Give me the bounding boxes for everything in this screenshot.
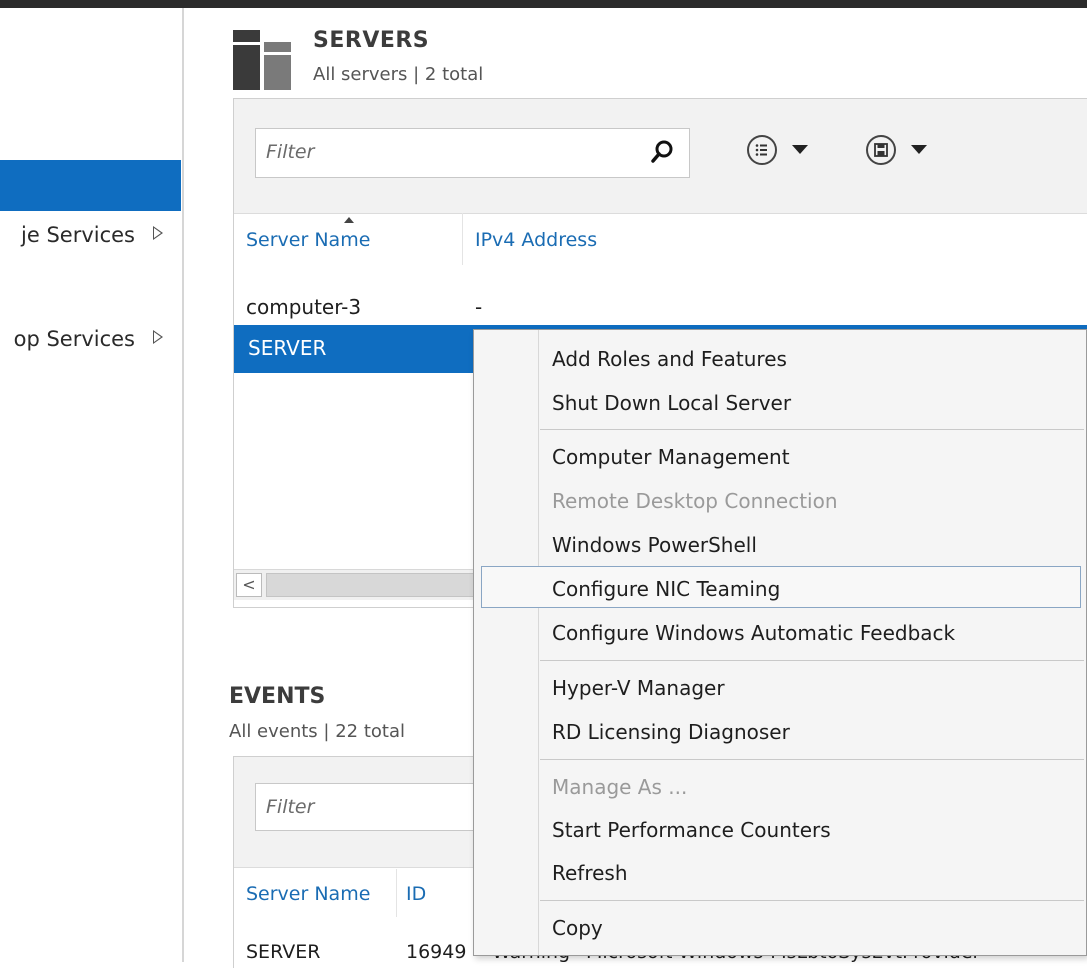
- sidebar-divider: [182, 8, 184, 962]
- column-header-server-name[interactable]: Server Name: [246, 883, 370, 905]
- expand-arrow-icon: [153, 330, 163, 344]
- table-row-server-name[interactable]: computer-3: [246, 295, 361, 319]
- menu-separator: [540, 660, 1084, 661]
- menu-item-windows-powershell[interactable]: Windows PowerShell: [552, 533, 757, 557]
- menu-separator: [540, 759, 1084, 760]
- table-row-ipv4[interactable]: -: [475, 295, 482, 319]
- table-row-server-name[interactable]: SERVER: [248, 336, 326, 360]
- save-query-button[interactable]: [866, 135, 896, 165]
- menu-item-shut-down-local-server[interactable]: Shut Down Local Server: [552, 391, 791, 415]
- scrollbar-thumb[interactable]: [266, 573, 476, 597]
- menu-item-refresh[interactable]: Refresh: [552, 861, 628, 885]
- list-icon: [755, 144, 767, 156]
- menu-item-start-performance-counters[interactable]: Start Performance Counters: [552, 818, 831, 842]
- menu-item-remote-desktop-connection: Remote Desktop Connection: [552, 489, 838, 513]
- menu-item-computer-management[interactable]: Computer Management: [552, 445, 790, 469]
- column-header-id[interactable]: ID: [406, 883, 426, 905]
- servers-subtitle: All servers | 2 total: [313, 64, 484, 85]
- save-icon: [874, 143, 888, 157]
- scroll-left-button[interactable]: <: [236, 573, 262, 597]
- sidebar-item-label: op Services: [13, 327, 135, 351]
- menu-separator: [540, 429, 1084, 430]
- servers-icon: [233, 30, 291, 90]
- menu-item-hyper-v-manager[interactable]: Hyper-V Manager: [552, 676, 725, 700]
- expand-arrow-icon: [153, 226, 163, 240]
- menu-item-add-roles-and-features[interactable]: Add Roles and Features: [552, 347, 787, 371]
- context-menu: Add Roles and Features Shut Down Local S…: [473, 329, 1087, 956]
- column-separator[interactable]: [462, 213, 463, 265]
- servers-toolbar: Filter: [234, 99, 1087, 214]
- column-separator[interactable]: [396, 869, 397, 917]
- search-icon[interactable]: [651, 140, 673, 164]
- sidebar-item-selected[interactable]: [0, 160, 181, 211]
- servers-filter-input[interactable]: Filter: [255, 128, 690, 178]
- servers-title: SERVERS: [313, 28, 430, 53]
- chevron-down-icon[interactable]: [911, 145, 927, 154]
- filter-placeholder: Filter: [266, 796, 315, 818]
- chevron-down-icon[interactable]: [792, 145, 808, 154]
- menu-item-copy[interactable]: Copy: [552, 916, 603, 940]
- list-view-button[interactable]: [747, 135, 777, 165]
- sidebar: je Services op Services: [0, 8, 182, 962]
- events-title: EVENTS: [229, 684, 326, 709]
- menu-item-manage-as: Manage As ...: [552, 775, 688, 799]
- menu-item-rd-licensing-diagnoser[interactable]: RD Licensing Diagnoser: [552, 720, 790, 744]
- column-header-ipv4-address[interactable]: IPv4 Address: [475, 229, 597, 251]
- sidebar-item-remote-desktop-services[interactable]: op Services: [0, 327, 181, 357]
- menu-icon-gutter: [538, 330, 539, 955]
- sidebar-item-label: je Services: [21, 223, 135, 247]
- column-header-server-name[interactable]: Server Name: [246, 229, 370, 251]
- events-subtitle: All events | 22 total: [229, 721, 405, 742]
- event-row-id[interactable]: 16949: [406, 941, 466, 963]
- event-row-server[interactable]: SERVER: [246, 941, 320, 963]
- filter-placeholder: Filter: [266, 141, 315, 163]
- sort-ascending-icon: [344, 217, 354, 223]
- menu-item-configure-nic-teaming[interactable]: Configure NIC Teaming: [552, 577, 780, 601]
- menu-item-configure-windows-automatic-feedback[interactable]: Configure Windows Automatic Feedback: [552, 621, 955, 645]
- sidebar-item-file-storage-services[interactable]: je Services: [0, 223, 181, 253]
- window-top-bar: [0, 0, 1087, 8]
- menu-separator: [540, 900, 1084, 901]
